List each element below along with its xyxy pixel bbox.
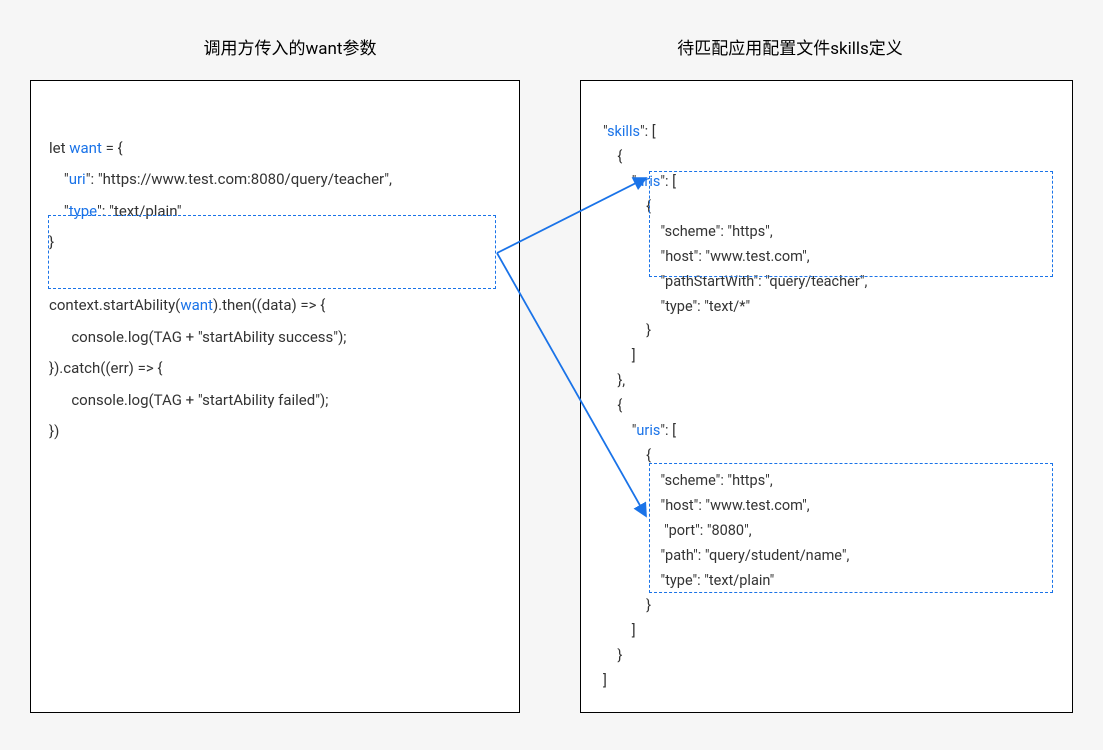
title-right: 待匹配应用配置文件skills定义	[640, 34, 940, 59]
title-left: 调用方传入的want参数	[150, 34, 430, 59]
panel-right: "skills": [ { "uris": [ { "scheme": "htt…	[580, 80, 1073, 713]
code-right: "skills": [ { "uris": [ { "scheme": "htt…	[581, 81, 1072, 708]
panel-left: let want = { "uri": "https://www.test.co…	[30, 80, 520, 713]
diagram-container: 调用方传入的want参数 待匹配应用配置文件skills定义 let want …	[0, 0, 1103, 750]
code-left: let want = { "uri": "https://www.test.co…	[31, 81, 519, 468]
